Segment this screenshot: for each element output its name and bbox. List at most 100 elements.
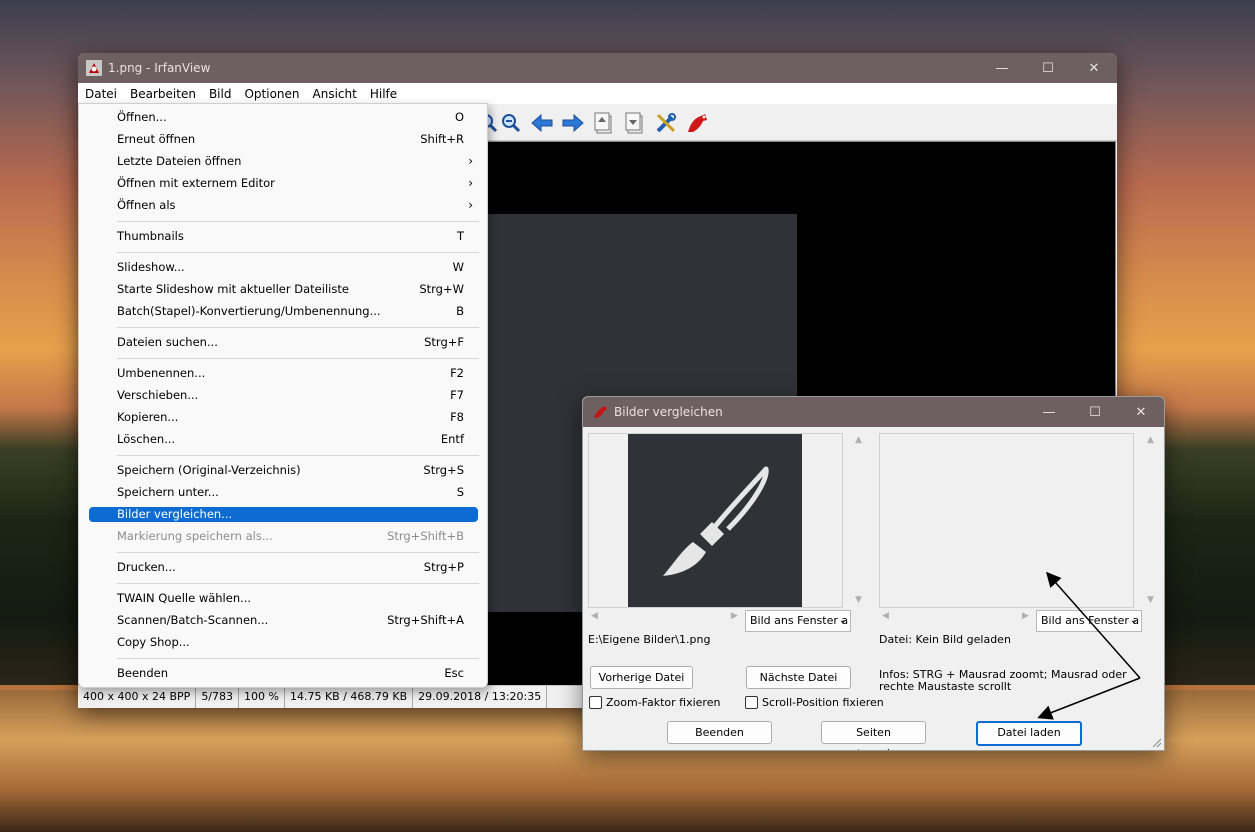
load-file-button[interactable]: Datei laden bbox=[976, 721, 1082, 746]
page-down-icon[interactable] bbox=[623, 111, 647, 135]
menu-item-kopieren[interactable]: Kopieren... F8 bbox=[89, 407, 478, 428]
menubar: Datei Bearbeiten Bild Optionen Ansicht H… bbox=[78, 83, 1117, 104]
right-vertical-scrollbar[interactable]: ▲ ▼ bbox=[1145, 433, 1158, 608]
status-index: 5/783 bbox=[196, 686, 240, 708]
submenu-arrow-icon: › bbox=[468, 198, 473, 212]
menu-separator bbox=[117, 658, 479, 659]
scroll-up-icon[interactable]: ▲ bbox=[1147, 435, 1154, 445]
scroll-left-icon[interactable]: ◀ bbox=[591, 611, 598, 621]
status-zoom: 100 % bbox=[239, 686, 285, 708]
menu-item-scannen[interactable]: Scannen/Batch-Scannen... Strg+Shift+A bbox=[89, 610, 478, 631]
scroll-fix-checkbox[interactable]: Scroll-Position fixieren bbox=[745, 696, 884, 709]
paintbrush-thumbnail bbox=[663, 466, 769, 576]
right-fit-select[interactable]: Bild ans Fenster a ⌄ bbox=[1036, 610, 1142, 632]
close-button[interactable]: ✕ bbox=[1071, 53, 1117, 83]
left-fit-select[interactable]: Bild ans Fenster a ⌄ bbox=[745, 610, 851, 632]
status-dimensions: 400 x 400 x 24 BPP bbox=[78, 686, 197, 708]
zoom-fix-checkbox[interactable]: Zoom-Faktor fixieren bbox=[589, 696, 720, 709]
menu-item-twain-quelle[interactable]: TWAIN Quelle wählen... bbox=[89, 588, 478, 609]
menu-item-bilder-vergleichen[interactable]: Bilder vergleichen... bbox=[89, 507, 478, 522]
menu-separator bbox=[117, 552, 479, 553]
menu-separator bbox=[117, 455, 479, 456]
arrow-left-icon[interactable] bbox=[530, 111, 554, 135]
scroll-right-icon[interactable]: ▶ bbox=[1022, 611, 1029, 621]
menu-item-batch[interactable]: Batch(Stapel)-Konvertierung/Umbenennung.… bbox=[89, 301, 478, 322]
checkbox-icon bbox=[745, 696, 758, 709]
arrow-right-icon[interactable] bbox=[561, 111, 585, 135]
scroll-down-icon[interactable]: ▼ bbox=[855, 595, 862, 605]
right-image-pane[interactable] bbox=[879, 433, 1134, 608]
menu-item-copy-shop[interactable]: Copy Shop... bbox=[89, 632, 478, 653]
menu-item-externer-editor[interactable]: Öffnen mit externem Editor › bbox=[89, 173, 478, 194]
left-file-path: E:\Eigene Bilder\1.png bbox=[588, 633, 711, 646]
menu-item-oeffnen[interactable]: Öffnen... O bbox=[89, 107, 478, 128]
maximize-button[interactable]: ☐ bbox=[1025, 53, 1071, 83]
scroll-right-icon[interactable]: ▶ bbox=[731, 611, 738, 621]
chevron-down-icon: ⌄ bbox=[838, 615, 847, 626]
menu-bild[interactable]: Bild bbox=[202, 87, 238, 101]
menu-datei[interactable]: Datei bbox=[78, 86, 124, 101]
dialog-close-button[interactable]: ✕ bbox=[1118, 397, 1164, 427]
right-horizontal-scrollbar[interactable]: ◀ ▶ bbox=[880, 611, 1034, 625]
menu-optionen[interactable]: Optionen bbox=[237, 87, 305, 101]
left-horizontal-scrollbar[interactable]: ◀ ▶ bbox=[589, 611, 743, 625]
menu-item-speichern-unter[interactable]: Speichern unter... S bbox=[89, 482, 478, 503]
dialog-maximize-button[interactable]: ☐ bbox=[1072, 397, 1118, 427]
chevron-down-icon: ⌄ bbox=[1129, 615, 1138, 626]
scroll-up-icon[interactable]: ▲ bbox=[855, 435, 862, 445]
scroll-down-icon[interactable]: ▼ bbox=[1147, 595, 1154, 605]
compare-dialog-titlebar[interactable]: Bilder vergleichen — ☐ ✕ bbox=[583, 397, 1164, 427]
submenu-arrow-icon: › bbox=[468, 176, 473, 190]
compare-dialog-title: Bilder vergleichen bbox=[614, 405, 723, 419]
menu-item-drucken[interactable]: Drucken... Strg+P bbox=[89, 557, 478, 578]
menu-item-loeschen[interactable]: Löschen... Entf bbox=[89, 429, 478, 450]
menu-separator bbox=[117, 221, 479, 222]
quit-button[interactable]: Beenden bbox=[667, 721, 772, 744]
irfanview-app-icon bbox=[86, 60, 102, 76]
status-date: 29.09.2018 / 13:20:35 bbox=[413, 686, 548, 708]
tools-icon[interactable] bbox=[654, 111, 678, 135]
irfanview-logo-icon[interactable] bbox=[685, 111, 709, 135]
checkbox-icon bbox=[589, 696, 602, 709]
menu-item-umbenennen[interactable]: Umbenennen... F2 bbox=[89, 363, 478, 384]
resize-grip-icon[interactable] bbox=[1152, 738, 1162, 748]
menu-item-letzte-dateien[interactable]: Letzte Dateien öffnen › bbox=[89, 151, 478, 172]
prev-file-button[interactable]: Vorherige Datei bbox=[590, 666, 693, 689]
menu-bearbeiten[interactable]: Bearbeiten bbox=[123, 87, 202, 101]
info-text: Infos: STRG + Mausrad zoomt; Mausrad ode… bbox=[879, 668, 1127, 693]
menu-separator bbox=[117, 252, 479, 253]
menu-item-slideshow-dateiliste[interactable]: Starte Slideshow mit aktueller Dateilist… bbox=[89, 279, 478, 300]
menu-separator bbox=[117, 583, 479, 584]
menu-item-oeffnen-als[interactable]: Öffnen als › bbox=[89, 195, 478, 216]
menu-separator bbox=[117, 327, 479, 328]
swap-sides-button[interactable]: Seiten vertauschen bbox=[821, 721, 926, 750]
menu-item-dateien-suchen[interactable]: Dateien suchen... Strg+F bbox=[89, 332, 478, 353]
menu-item-beenden[interactable]: Beenden Esc bbox=[89, 663, 478, 684]
zoom-out-icon[interactable] bbox=[499, 111, 523, 135]
left-image-preview bbox=[628, 434, 802, 607]
page-up-icon[interactable] bbox=[592, 111, 616, 135]
irfanview-app-icon bbox=[594, 406, 607, 418]
next-file-button[interactable]: Nächste Datei bbox=[746, 666, 851, 689]
menu-item-speichern[interactable]: Speichern (Original-Verzeichnis) Strg+S bbox=[89, 460, 478, 481]
left-vertical-scrollbar[interactable]: ▲ ▼ bbox=[853, 433, 866, 608]
compare-dialog: Bilder vergleichen — ☐ ✕ ▲ ▼ ◀ ▶ Bild an… bbox=[582, 396, 1165, 751]
menu-separator bbox=[117, 358, 479, 359]
menu-item-thumbnails[interactable]: Thumbnails T bbox=[89, 226, 478, 247]
menu-item-erneut-oeffnen[interactable]: Erneut öffnen Shift+R bbox=[89, 129, 478, 150]
minimize-button[interactable]: — bbox=[979, 53, 1025, 83]
submenu-arrow-icon: › bbox=[468, 154, 473, 168]
left-image-pane[interactable] bbox=[588, 433, 843, 608]
menu-item-slideshow[interactable]: Slideshow... W bbox=[89, 257, 478, 278]
dialog-minimize-button[interactable]: — bbox=[1026, 397, 1072, 427]
menu-item-markierung-speichern: Markierung speichern als... Strg+Shift+B bbox=[117, 529, 464, 543]
right-file-status: Datei: Kein Bild geladen bbox=[879, 633, 1011, 646]
menu-ansicht[interactable]: Ansicht bbox=[306, 87, 363, 101]
main-window-title: 1.png - IrfanView bbox=[108, 61, 211, 75]
main-titlebar[interactable]: 1.png - IrfanView — ☐ ✕ bbox=[78, 53, 1117, 83]
status-filesize: 14.75 KB / 468.79 KB bbox=[285, 686, 414, 708]
datei-menu: Öffnen... O Erneut öffnen Shift+R Letzte D… bbox=[78, 103, 488, 688]
menu-item-verschieben[interactable]: Verschieben... F7 bbox=[89, 385, 478, 406]
menu-hilfe[interactable]: Hilfe bbox=[363, 87, 403, 101]
scroll-left-icon[interactable]: ◀ bbox=[882, 611, 889, 621]
